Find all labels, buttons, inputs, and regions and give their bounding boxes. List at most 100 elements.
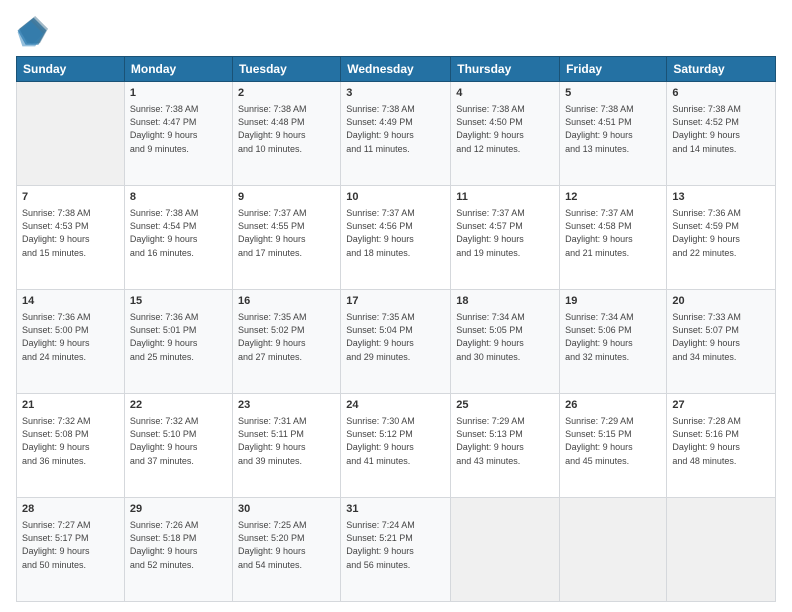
day-number: 8 <box>130 190 227 205</box>
day-info: Sunrise: 7:30 AM Sunset: 5:12 PM Dayligh… <box>346 415 445 467</box>
day-number: 22 <box>130 398 227 413</box>
day-number: 12 <box>565 190 661 205</box>
day-info: Sunrise: 7:35 AM Sunset: 5:02 PM Dayligh… <box>238 311 335 363</box>
day-info: Sunrise: 7:38 AM Sunset: 4:52 PM Dayligh… <box>672 103 770 155</box>
day-info: Sunrise: 7:38 AM Sunset: 4:54 PM Dayligh… <box>130 207 227 259</box>
day-info: Sunrise: 7:37 AM Sunset: 4:55 PM Dayligh… <box>238 207 335 259</box>
week-row-1: 7Sunrise: 7:38 AM Sunset: 4:53 PM Daylig… <box>17 186 776 290</box>
calendar-cell: 23 Sunrise: 7:31 AM Sunset: 5:11 PM Dayli… <box>232 394 340 498</box>
day-info: Sunrise: 7:31 AM Sunset: 5:11 PM Dayligh… <box>238 415 335 467</box>
day-number: 13 <box>672 190 770 205</box>
day-number: 1 <box>130 86 227 101</box>
day-number: 9 <box>238 190 335 205</box>
day-info: Sunrise: 7:36 AM Sunset: 5:00 PM Dayligh… <box>22 311 119 363</box>
calendar-cell: 11 Sunrise: 7:37 AM Sunset: 4:57 PM Dayli… <box>451 186 560 290</box>
day-number: 20 <box>672 294 770 309</box>
day-number: 19 <box>565 294 661 309</box>
calendar-cell: 20Sunrise: 7:33 AM Sunset: 5:07 PM Dayli… <box>667 290 776 394</box>
day-number: 3 <box>346 86 445 101</box>
day-number: 4 <box>456 86 554 101</box>
column-header-sunday: Sunday <box>17 57 125 82</box>
day-info: Sunrise: 7:29 AM Sunset: 5:13 PM Dayligh… <box>456 415 554 467</box>
week-row-4: 28 Sunrise: 7:27 AM Sunset: 5:17 PM Dayli… <box>17 498 776 602</box>
calendar-cell: 25 Sunrise: 7:29 AM Sunset: 5:13 PM Dayli… <box>451 394 560 498</box>
day-number: 21 <box>22 398 119 413</box>
calendar-cell: 1Sunrise: 7:38 AM Sunset: 4:47 PM Daylig… <box>124 82 232 186</box>
day-number: 5 <box>565 86 661 101</box>
logo <box>16 16 52 48</box>
calendar-cell: 8 Sunrise: 7:38 AM Sunset: 4:54 PM Daylig… <box>124 186 232 290</box>
day-number: 16 <box>238 294 335 309</box>
day-info: Sunrise: 7:34 AM Sunset: 5:06 PM Dayligh… <box>565 311 661 363</box>
calendar-cell: 2Sunrise: 7:38 AM Sunset: 4:48 PM Daylig… <box>232 82 340 186</box>
calendar-cell: 16 Sunrise: 7:35 AM Sunset: 5:02 PM Dayli… <box>232 290 340 394</box>
day-info: Sunrise: 7:27 AM Sunset: 5:17 PM Dayligh… <box>22 519 119 571</box>
day-number: 17 <box>346 294 445 309</box>
day-number: 6 <box>672 86 770 101</box>
day-number: 10 <box>346 190 445 205</box>
week-row-3: 21 Sunrise: 7:32 AM Sunset: 5:08 PM Dayli… <box>17 394 776 498</box>
day-number: 25 <box>456 398 554 413</box>
day-info: Sunrise: 7:38 AM Sunset: 4:50 PM Dayligh… <box>456 103 554 155</box>
calendar-cell: 9 Sunrise: 7:37 AM Sunset: 4:55 PM Daylig… <box>232 186 340 290</box>
page: SundayMondayTuesdayWednesdayThursdayFrid… <box>0 0 792 612</box>
day-number: 24 <box>346 398 445 413</box>
calendar-cell <box>17 82 125 186</box>
day-number: 30 <box>238 502 335 517</box>
calendar-cell: 28 Sunrise: 7:27 AM Sunset: 5:17 PM Dayli… <box>17 498 125 602</box>
calendar-cell: 17 Sunrise: 7:35 AM Sunset: 5:04 PM Dayli… <box>341 290 451 394</box>
calendar-cell: 7Sunrise: 7:38 AM Sunset: 4:53 PM Daylig… <box>17 186 125 290</box>
day-number: 18 <box>456 294 554 309</box>
day-info: Sunrise: 7:24 AM Sunset: 5:21 PM Dayligh… <box>346 519 445 571</box>
column-header-tuesday: Tuesday <box>232 57 340 82</box>
day-info: Sunrise: 7:36 AM Sunset: 4:59 PM Dayligh… <box>672 207 770 259</box>
calendar-cell <box>560 498 667 602</box>
calendar-cell: 14Sunrise: 7:36 AM Sunset: 5:00 PM Dayli… <box>17 290 125 394</box>
logo-icon <box>16 16 48 48</box>
day-info: Sunrise: 7:32 AM Sunset: 5:10 PM Dayligh… <box>130 415 227 467</box>
day-number: 11 <box>456 190 554 205</box>
day-number: 31 <box>346 502 445 517</box>
calendar-cell: 21 Sunrise: 7:32 AM Sunset: 5:08 PM Dayli… <box>17 394 125 498</box>
calendar-cell <box>667 498 776 602</box>
day-number: 27 <box>672 398 770 413</box>
day-info: Sunrise: 7:36 AM Sunset: 5:01 PM Dayligh… <box>130 311 227 363</box>
calendar-cell: 22 Sunrise: 7:32 AM Sunset: 5:10 PM Dayli… <box>124 394 232 498</box>
calendar-cell: 19 Sunrise: 7:34 AM Sunset: 5:06 PM Dayli… <box>560 290 667 394</box>
day-info: Sunrise: 7:38 AM Sunset: 4:51 PM Dayligh… <box>565 103 661 155</box>
day-number: 2 <box>238 86 335 101</box>
calendar-cell <box>451 498 560 602</box>
header <box>16 16 776 48</box>
day-info: Sunrise: 7:37 AM Sunset: 4:56 PM Dayligh… <box>346 207 445 259</box>
column-header-thursday: Thursday <box>451 57 560 82</box>
week-row-2: 14Sunrise: 7:36 AM Sunset: 5:00 PM Dayli… <box>17 290 776 394</box>
day-number: 26 <box>565 398 661 413</box>
day-info: Sunrise: 7:38 AM Sunset: 4:53 PM Dayligh… <box>22 207 119 259</box>
day-info: Sunrise: 7:37 AM Sunset: 4:57 PM Dayligh… <box>456 207 554 259</box>
calendar-cell: 5 Sunrise: 7:38 AM Sunset: 4:51 PM Daylig… <box>560 82 667 186</box>
calendar-cell: 12Sunrise: 7:37 AM Sunset: 4:58 PM Dayli… <box>560 186 667 290</box>
day-info: Sunrise: 7:34 AM Sunset: 5:05 PM Dayligh… <box>456 311 554 363</box>
day-number: 28 <box>22 502 119 517</box>
calendar-table: SundayMondayTuesdayWednesdayThursdayFrid… <box>16 56 776 602</box>
calendar-cell: 30 Sunrise: 7:25 AM Sunset: 5:20 PM Dayli… <box>232 498 340 602</box>
column-header-wednesday: Wednesday <box>341 57 451 82</box>
calendar-body: 1Sunrise: 7:38 AM Sunset: 4:47 PM Daylig… <box>17 82 776 602</box>
calendar-cell: 31 Sunrise: 7:24 AM Sunset: 5:21 PM Dayli… <box>341 498 451 602</box>
day-info: Sunrise: 7:28 AM Sunset: 5:16 PM Dayligh… <box>672 415 770 467</box>
calendar-cell: 24 Sunrise: 7:30 AM Sunset: 5:12 PM Dayli… <box>341 394 451 498</box>
day-number: 23 <box>238 398 335 413</box>
day-info: Sunrise: 7:35 AM Sunset: 5:04 PM Dayligh… <box>346 311 445 363</box>
calendar-cell: 29Sunrise: 7:26 AM Sunset: 5:18 PM Dayli… <box>124 498 232 602</box>
day-info: Sunrise: 7:32 AM Sunset: 5:08 PM Dayligh… <box>22 415 119 467</box>
day-info: Sunrise: 7:25 AM Sunset: 5:20 PM Dayligh… <box>238 519 335 571</box>
calendar-cell: 18 Sunrise: 7:34 AM Sunset: 5:05 PM Dayli… <box>451 290 560 394</box>
day-info: Sunrise: 7:29 AM Sunset: 5:15 PM Dayligh… <box>565 415 661 467</box>
day-number: 29 <box>130 502 227 517</box>
calendar-cell: 4 Sunrise: 7:38 AM Sunset: 4:50 PM Daylig… <box>451 82 560 186</box>
day-number: 15 <box>130 294 227 309</box>
calendar-cell: 3 Sunrise: 7:38 AM Sunset: 4:49 PM Daylig… <box>341 82 451 186</box>
calendar-cell: 27 Sunrise: 7:28 AM Sunset: 5:16 PM Dayli… <box>667 394 776 498</box>
column-header-saturday: Saturday <box>667 57 776 82</box>
day-info: Sunrise: 7:38 AM Sunset: 4:49 PM Dayligh… <box>346 103 445 155</box>
